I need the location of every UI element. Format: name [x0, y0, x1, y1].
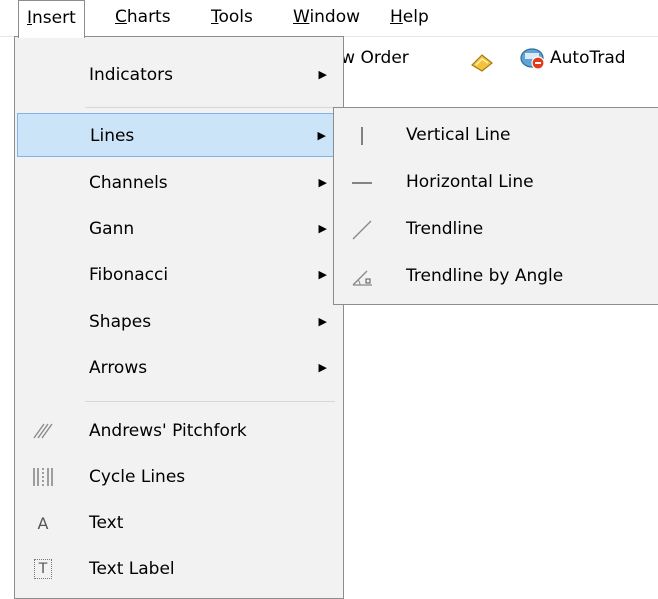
- cycle-lines-icon: [23, 455, 63, 499]
- menu-item-lines[interactable]: Lines ▶: [17, 113, 341, 157]
- menu-item-label: Cycle Lines: [89, 467, 186, 487]
- menu-item-label: Shapes: [89, 312, 152, 332]
- menu-item-label: Indicators: [89, 65, 173, 85]
- submenu-item-trendline[interactable]: Trendline: [336, 206, 658, 253]
- menu-item-label: Fibonacci: [89, 265, 169, 285]
- submenu-item-label: Trendline by Angle: [406, 266, 564, 286]
- submenu-arrow-icon: ▶: [318, 361, 327, 374]
- menu-item-gann[interactable]: Gann ▶: [17, 207, 341, 251]
- menu-insert-label: Insert: [27, 8, 76, 28]
- menu-help-label: Help: [390, 7, 429, 27]
- submenu-arrow-icon: ▶: [318, 68, 327, 81]
- menu-item-label: Text: [89, 513, 124, 533]
- text-label-icon: T: [23, 547, 63, 591]
- text-icon-glyph: A: [37, 513, 49, 533]
- menu-item-text-label[interactable]: T Text Label: [17, 547, 341, 591]
- insert-menu: Indicators ▶ Lines ▶ Channels ▶ Gann ▶ F…: [14, 36, 344, 599]
- menu-item-indicators[interactable]: Indicators ▶: [17, 53, 341, 97]
- menu-separator: [85, 401, 335, 402]
- menu-charts-label: Charts: [115, 7, 171, 27]
- menu-item-label: Andrews' Pitchfork: [89, 421, 247, 441]
- menu-item-label: Lines: [90, 126, 135, 146]
- menu-item-arrows[interactable]: Arrows ▶: [17, 346, 341, 390]
- menu-bar: Insert Charts Tools Window Help: [0, 0, 658, 38]
- horizontal-line-icon: [342, 159, 382, 206]
- menu-item-text[interactable]: A Text: [17, 501, 341, 545]
- trendline-angle-icon: [342, 253, 382, 300]
- autotrading-label: AutoTrad: [550, 48, 626, 68]
- menu-item-fibonacci[interactable]: Fibonacci ▶: [17, 253, 341, 297]
- menu-window[interactable]: Window: [285, 0, 368, 37]
- menu-tools-label: Tools: [211, 7, 253, 27]
- menu-charts[interactable]: Charts: [107, 0, 179, 37]
- submenu-item-vertical-line[interactable]: Vertical Line: [336, 112, 658, 159]
- strategy-tester-icon[interactable]: [470, 47, 494, 72]
- menu-item-channels[interactable]: Channels ▶: [17, 161, 341, 205]
- submenu-arrow-icon: ▶: [318, 268, 327, 281]
- submenu-arrow-icon: ▶: [318, 315, 327, 328]
- menu-item-cycle-lines[interactable]: Cycle Lines: [17, 455, 341, 499]
- lines-submenu: Vertical Line Horizontal Line Trendline …: [333, 107, 658, 305]
- submenu-item-label: Vertical Line: [406, 125, 511, 145]
- vertical-line-icon: [342, 112, 382, 159]
- pitchfork-icon: [23, 409, 63, 453]
- autotrading-button[interactable]: AutoTrad: [550, 37, 626, 79]
- submenu-item-label: Trendline: [406, 219, 484, 239]
- menu-item-label: Channels: [89, 173, 168, 193]
- menu-item-shapes[interactable]: Shapes ▶: [17, 300, 341, 344]
- submenu-arrow-icon: ▶: [317, 129, 326, 142]
- submenu-arrow-icon: ▶: [318, 222, 327, 235]
- menu-item-label: Arrows: [89, 358, 148, 378]
- menu-item-label: Gann: [89, 219, 135, 239]
- menu-item-label: Text Label: [89, 559, 175, 579]
- trendline-icon: [342, 206, 382, 253]
- autotrading-icon[interactable]: [518, 45, 548, 71]
- menu-item-andrews-pitchfork[interactable]: Andrews' Pitchfork: [17, 409, 341, 453]
- submenu-item-trendline-by-angle[interactable]: Trendline by Angle: [336, 253, 658, 300]
- menu-tools[interactable]: Tools: [203, 0, 261, 37]
- text-icon: A: [23, 501, 63, 545]
- menu-help[interactable]: Help: [382, 0, 437, 37]
- submenu-arrow-icon: ▶: [318, 176, 327, 189]
- text-label-icon-glyph: T: [34, 559, 52, 579]
- menu-separator: [85, 107, 335, 108]
- menu-insert[interactable]: Insert: [18, 0, 85, 38]
- submenu-item-label: Horizontal Line: [406, 172, 534, 192]
- menu-window-label: Window: [293, 7, 361, 27]
- submenu-item-horizontal-line[interactable]: Horizontal Line: [336, 159, 658, 206]
